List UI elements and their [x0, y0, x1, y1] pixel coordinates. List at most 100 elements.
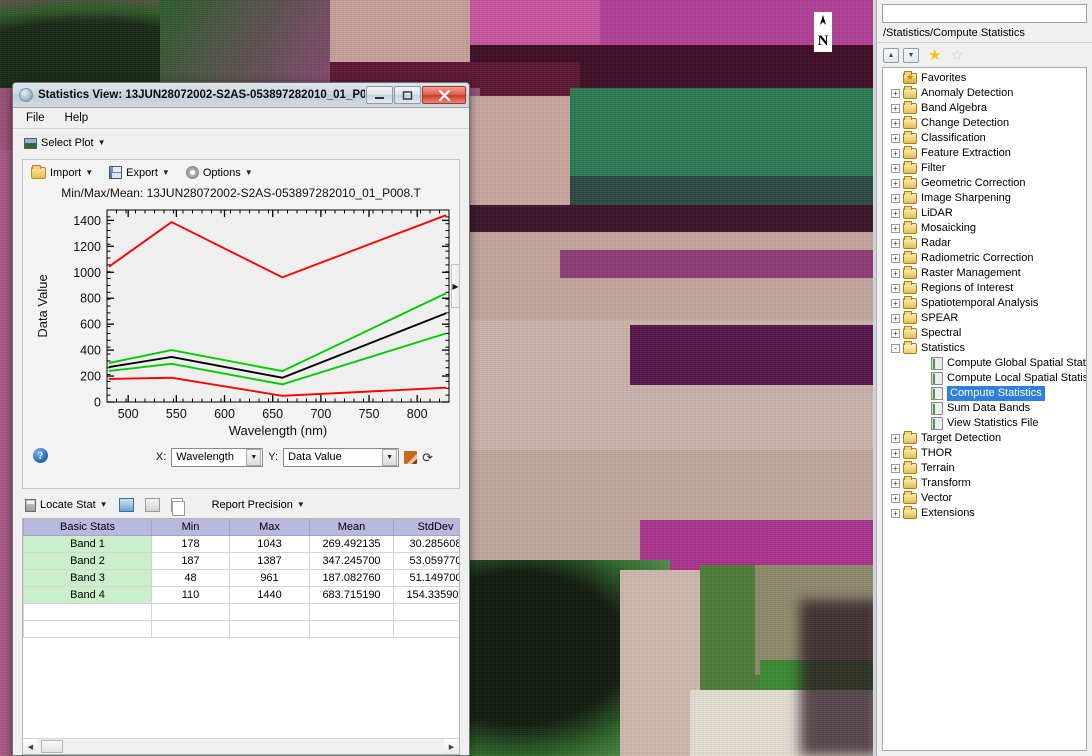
table-body[interactable]: Band 11781043269.49213530.285608Band 218… — [24, 535, 461, 637]
options-button[interactable]: Options ▼ — [186, 166, 253, 179]
table-cell-band[interactable]: Band 3 — [24, 569, 152, 586]
select-plot-button[interactable]: Select Plot ▼ — [24, 137, 106, 149]
tree-item-geometric-correction[interactable]: +Geometric Correction — [883, 176, 1086, 191]
statistics-table[interactable]: Basic StatsMinMaxMeanStdDev Band 1178104… — [23, 519, 460, 638]
toolbox-toolbar[interactable]: ▲ ▼ ★ ☆ — [877, 43, 1092, 67]
plot-footer-bar[interactable]: ? X: Wavelength ▼ Y: Data Value ▼ ⟳ — [23, 442, 459, 472]
tree-item-spear[interactable]: +SPEAR — [883, 311, 1086, 326]
tree-item-mosaicking[interactable]: +Mosaicking — [883, 221, 1086, 236]
x-axis-select[interactable]: Wavelength ▼ — [171, 448, 263, 467]
tree-item-compute-local-spatial-statistics[interactable]: Compute Local Spatial Statistics — [883, 371, 1086, 386]
edit-pencil-icon[interactable] — [404, 451, 417, 464]
move-up-button[interactable]: ▲ — [883, 48, 899, 63]
remove-favorite-star-icon[interactable]: ☆ — [950, 48, 963, 63]
chart-canvas[interactable]: 5005506006507007508000200400600800100012… — [29, 202, 453, 442]
tree-item-view-statistics-file[interactable]: View Statistics File — [883, 416, 1086, 431]
table-row[interactable]: Band 11781043269.49213530.285608 — [24, 535, 461, 552]
tree-item-extensions[interactable]: +Extensions — [883, 506, 1086, 521]
tree-item-spectral[interactable]: +Spectral — [883, 326, 1086, 341]
tree-item-regions-of-interest[interactable]: +Regions of Interest — [883, 281, 1086, 296]
table-cell-empty[interactable] — [394, 620, 461, 637]
table-column-header[interactable]: Mean — [310, 519, 394, 535]
statistics-toolbar[interactable]: Locate Stat ▼ Report Precision ▼ — [13, 493, 469, 517]
expand-icon[interactable]: + — [891, 224, 900, 233]
expand-icon[interactable]: + — [891, 314, 900, 323]
toolbox-panel[interactable]: /Statistics/Compute Statistics ▲ ▼ ★ ☆ F… — [876, 0, 1092, 756]
move-down-button[interactable]: ▼ — [903, 48, 919, 63]
tree-item-anomaly-detection[interactable]: +Anomaly Detection — [883, 86, 1086, 101]
table-cell-empty[interactable] — [24, 603, 152, 620]
table-cell-empty[interactable] — [24, 620, 152, 637]
table-cell[interactable]: 1387 — [230, 552, 310, 569]
table-cell[interactable]: 347.245700 — [310, 552, 394, 569]
table-cell[interactable]: 154.335906 — [394, 586, 461, 603]
table-cell-empty[interactable] — [310, 620, 394, 637]
export-button[interactable]: Export ▼ — [109, 166, 170, 179]
table-row-empty[interactable] — [24, 620, 461, 637]
expand-icon[interactable]: + — [891, 509, 900, 518]
expand-icon[interactable]: + — [891, 179, 900, 188]
statistics-table-panel[interactable]: Basic StatsMinMaxMeanStdDev Band 1178104… — [22, 518, 460, 755]
table-column-header[interactable]: StdDev — [394, 519, 461, 535]
table-row[interactable]: Band 21871387347.24570053.059770 — [24, 552, 461, 569]
table-cell[interactable]: 683.715190 — [310, 586, 394, 603]
table-cell[interactable]: 1440 — [230, 586, 310, 603]
tree-item-statistics[interactable]: -Statistics — [883, 341, 1086, 356]
expand-icon[interactable]: + — [891, 149, 900, 158]
table-horizontal-scrollbar[interactable]: ◀ ▶ — [23, 738, 459, 754]
plot-toolbar[interactable]: Import ▼ Export ▼ Options ▼ — [23, 160, 459, 185]
locate-stat-button[interactable]: Locate Stat ▼ — [25, 499, 108, 512]
expand-icon[interactable]: + — [891, 479, 900, 488]
expand-icon[interactable]: + — [891, 329, 900, 338]
scroll-thumb-horizontal[interactable] — [41, 740, 63, 753]
table-column-header[interactable]: Min — [152, 519, 230, 535]
table-cell[interactable]: 48 — [152, 569, 230, 586]
chevron-down-icon[interactable]: ▼ — [382, 449, 397, 466]
tree-item-compute-statistics[interactable]: Compute Statistics — [883, 386, 1086, 401]
expand-icon[interactable]: + — [891, 119, 900, 128]
expand-icon[interactable]: + — [891, 134, 900, 143]
tree-item-terrain[interactable]: +Terrain — [883, 461, 1086, 476]
table-cell-band[interactable]: Band 1 — [24, 535, 152, 552]
add-favorite-star-icon[interactable]: ★ — [928, 48, 941, 63]
table-cell[interactable]: 187.082760 — [310, 569, 394, 586]
table-column-header[interactable]: Max — [230, 519, 310, 535]
expand-icon[interactable]: + — [891, 284, 900, 293]
menu-file[interactable]: File — [23, 111, 48, 125]
table-cell-empty[interactable] — [230, 603, 310, 620]
tree-item-target-detection[interactable]: +Target Detection — [883, 431, 1086, 446]
table-cell[interactable]: 1043 — [230, 535, 310, 552]
tree-item-classification[interactable]: +Classification — [883, 131, 1086, 146]
expand-icon[interactable]: + — [891, 104, 900, 113]
expand-icon[interactable]: + — [891, 434, 900, 443]
scroll-left-icon[interactable]: ◀ — [23, 739, 38, 754]
expand-icon[interactable]: + — [891, 494, 900, 503]
table-cell-empty[interactable] — [230, 620, 310, 637]
tree-item-change-detection[interactable]: +Change Detection — [883, 116, 1086, 131]
table-cell-empty[interactable] — [152, 620, 230, 637]
tree-item-radar[interactable]: +Radar — [883, 236, 1086, 251]
tree-item-favorites[interactable]: Favorites — [883, 71, 1086, 86]
panel-expander-button[interactable]: ▶ — [451, 264, 460, 308]
expand-icon[interactable]: + — [891, 299, 900, 308]
toolbox-tree[interactable]: Favorites+Anomaly Detection+Band Algebra… — [882, 67, 1087, 751]
tree-item-radiometric-correction[interactable]: +Radiometric Correction — [883, 251, 1086, 266]
scroll-right-icon[interactable]: ▶ — [444, 739, 459, 754]
tree-item-thor[interactable]: +THOR — [883, 446, 1086, 461]
expand-icon[interactable]: + — [891, 464, 900, 473]
tree-item-feature-extraction[interactable]: +Feature Extraction — [883, 146, 1086, 161]
tree-item-filter[interactable]: +Filter — [883, 161, 1086, 176]
select-plot-toolbar[interactable]: Select Plot ▼ — [13, 129, 469, 157]
table-column-header[interactable]: Basic Stats — [24, 519, 152, 535]
menu-bar[interactable]: File Help — [13, 108, 469, 129]
table-cell[interactable]: 51.149700 — [394, 569, 461, 586]
expand-icon[interactable]: + — [891, 239, 900, 248]
report-precision-button[interactable]: Report Precision ▼ — [212, 499, 305, 511]
close-button[interactable] — [422, 86, 466, 104]
table-cell[interactable]: 187 — [152, 552, 230, 569]
tree-item-transform[interactable]: +Transform — [883, 476, 1086, 491]
table-cell[interactable]: 30.285608 — [394, 535, 461, 552]
tree-item-raster-management[interactable]: +Raster Management — [883, 266, 1086, 281]
table-row[interactable]: Band 348961187.08276051.149700 — [24, 569, 461, 586]
show-grid-icon[interactable] — [145, 498, 160, 512]
